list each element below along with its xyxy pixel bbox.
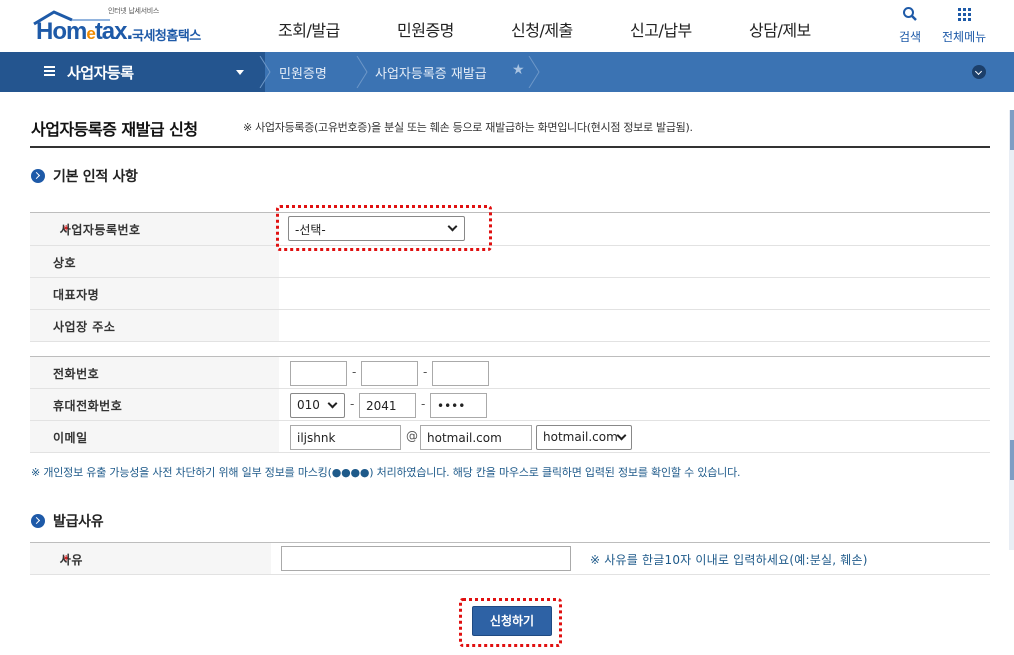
email-domain-input[interactable] — [420, 425, 532, 450]
page-scrollbar[interactable] — [1009, 110, 1014, 550]
label-business-number: 사업자등록번호 — [59, 223, 141, 237]
nav-apply[interactable]: 신청/제출 — [511, 17, 573, 41]
sub-navigation-bar: 사업자등록 민원증명 사업자등록증 재발급 ★ — [0, 52, 1014, 92]
row-mobile: 휴대전화번호 010 - - — [30, 389, 990, 421]
email-at-sign: @ — [406, 429, 418, 443]
section-basic-info-title: 기본 인적 사항 — [31, 166, 138, 186]
chevron-down-icon — [327, 398, 338, 409]
category-title: 사업자등록 — [67, 64, 134, 82]
row-representative: 대표자명 — [30, 278, 990, 310]
row-company-name: 상호 — [30, 246, 990, 278]
breadcrumb-separator-icon — [259, 56, 271, 88]
nav-consult[interactable]: 상담/제보 — [749, 17, 811, 41]
section-bullet-icon — [31, 514, 45, 528]
hamburger-icon — [44, 66, 55, 77]
label-mobile: 휴대전화번호 — [53, 399, 123, 413]
search-button[interactable]: 검색 — [899, 6, 921, 45]
section-reason-title: 발급사유 — [31, 511, 104, 531]
section-bullet-icon — [31, 169, 45, 183]
chevron-down-icon — [616, 430, 627, 441]
phone-input-1[interactable] — [290, 361, 347, 386]
logo-tagline: 인터넷 납세서비스 — [108, 7, 160, 15]
grid-menu-icon — [958, 8, 972, 21]
nav-certificates[interactable]: 민원증명 — [397, 17, 454, 41]
breadcrumb-certificates[interactable]: 민원증명 — [279, 63, 327, 82]
page-title: 사업자등록증 재발급 신청 — [31, 120, 198, 139]
all-menu-label: 전체메뉴 — [942, 30, 987, 44]
label-reason: 사유 — [59, 553, 83, 567]
privacy-masking-note: ※ 개인정보 유출 가능성을 사전 차단하기 위해 일부 정보를 마스킹(●●●… — [31, 466, 741, 479]
mobile-middle-input[interactable] — [359, 393, 416, 418]
expand-chevron-icon[interactable] — [972, 65, 986, 79]
nav-inquiry[interactable]: 조회/발급 — [278, 17, 340, 41]
label-phone: 전화번호 — [53, 367, 100, 381]
nav-report-pay[interactable]: 신고/납부 — [630, 17, 692, 41]
reason-input-note: ※ 사유를 한글10자 이내로 입력하세요(예:분실, 훼손) — [590, 553, 868, 567]
logo-wordmark: Hometax. — [36, 18, 133, 45]
label-representative: 대표자명 — [53, 288, 100, 302]
title-divider — [30, 146, 990, 148]
category-dropdown[interactable]: 사업자등록 — [0, 52, 265, 92]
row-address: 사업장 주소 — [30, 310, 990, 342]
row-email: 이메일 @ hotmail.com — [30, 421, 990, 453]
highlight-business-number — [276, 205, 492, 251]
page-description: ※ 사업자등록증(고유번호증)을 분실 또는 훼손 등으로 재발급하는 화면입니… — [243, 121, 693, 134]
mobile-last-input[interactable] — [430, 393, 487, 418]
apply-submit-button[interactable]: 신청하기 — [472, 606, 552, 636]
phone-input-2[interactable] — [361, 361, 418, 386]
label-company-name: 상호 — [53, 256, 77, 270]
breadcrumb-current[interactable]: 사업자등록증 재발급 — [375, 63, 487, 82]
label-email: 이메일 — [53, 431, 88, 445]
breadcrumb-separator-icon — [528, 56, 540, 88]
row-phone: 전화번호 - - — [30, 357, 990, 389]
mobile-prefix-select[interactable]: 010 — [290, 393, 345, 418]
phone-input-3[interactable] — [432, 361, 489, 386]
search-icon — [903, 7, 917, 21]
all-menu-button[interactable]: 전체메뉴 — [942, 6, 986, 45]
row-business-number: *사업자등록번호 -선택- — [30, 213, 990, 246]
email-domain-select[interactable]: hotmail.com — [536, 425, 632, 450]
top-header: 인터넷 납세서비스 Hometax. 국세청홈택스 조회/발급 민원증명 신청/… — [0, 0, 1014, 52]
hometax-logo[interactable]: 인터넷 납세서비스 Hometax. 국세청홈택스 — [30, 6, 220, 46]
caret-down-icon — [236, 70, 244, 75]
breadcrumb-separator-icon — [356, 56, 368, 88]
favorite-star-icon[interactable]: ★ — [512, 62, 525, 78]
logo-korean-name: 국세청홈택스 — [132, 29, 201, 44]
reason-input[interactable] — [281, 546, 571, 571]
search-label: 검색 — [899, 30, 922, 44]
email-id-input[interactable] — [290, 425, 401, 450]
label-address: 사업장 주소 — [53, 320, 116, 334]
